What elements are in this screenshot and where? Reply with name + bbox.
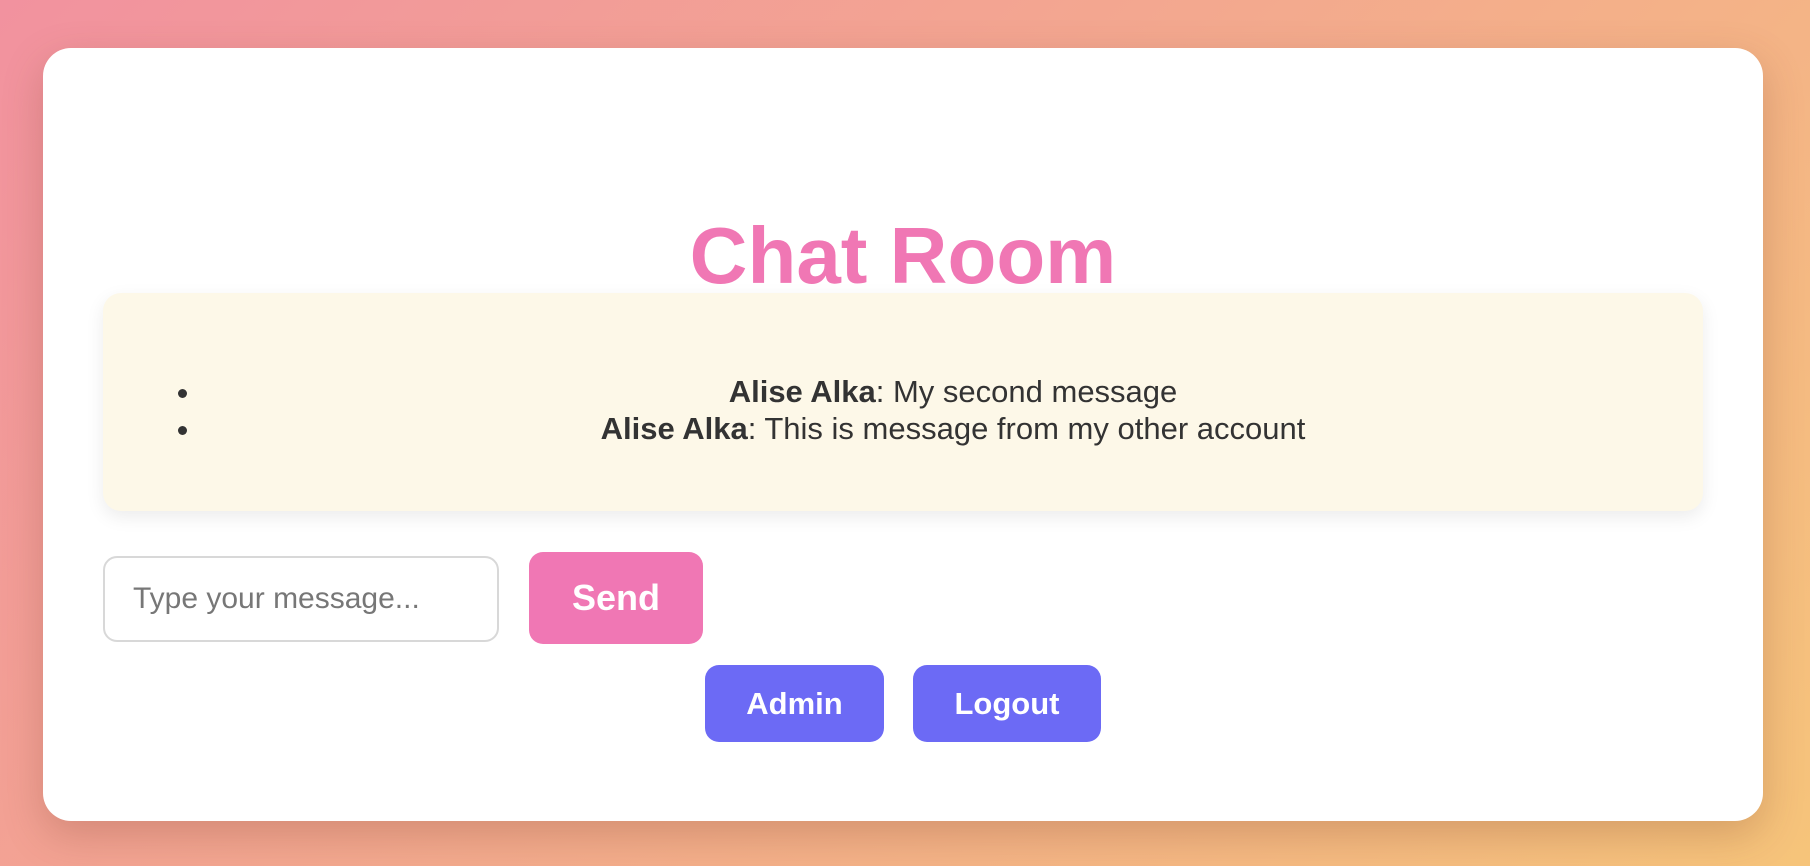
message-author: Alise Alka — [600, 411, 748, 446]
message-separator: : — [747, 411, 765, 446]
admin-button[interactable]: Admin — [705, 665, 884, 742]
logout-button[interactable]: Logout — [913, 665, 1101, 742]
message-item: Alise Alka: This is message from my othe… — [203, 410, 1703, 447]
message-input[interactable] — [103, 556, 499, 642]
message-text: This is message from my other account — [764, 411, 1306, 446]
chat-card: Chat Room Alise Alka: My second message … — [43, 48, 1763, 821]
message-list: Alise Alka: My second message Alise Alka… — [103, 373, 1703, 447]
message-item: Alise Alka: My second message — [203, 373, 1703, 410]
message-text: My second message — [892, 374, 1178, 409]
send-button[interactable]: Send — [529, 552, 703, 644]
page-title: Chat Room — [689, 211, 1117, 300]
message-author: Alise Alka — [728, 374, 876, 409]
message-separator: : — [875, 374, 893, 409]
message-list-panel: Alise Alka: My second message Alise Alka… — [103, 293, 1703, 511]
